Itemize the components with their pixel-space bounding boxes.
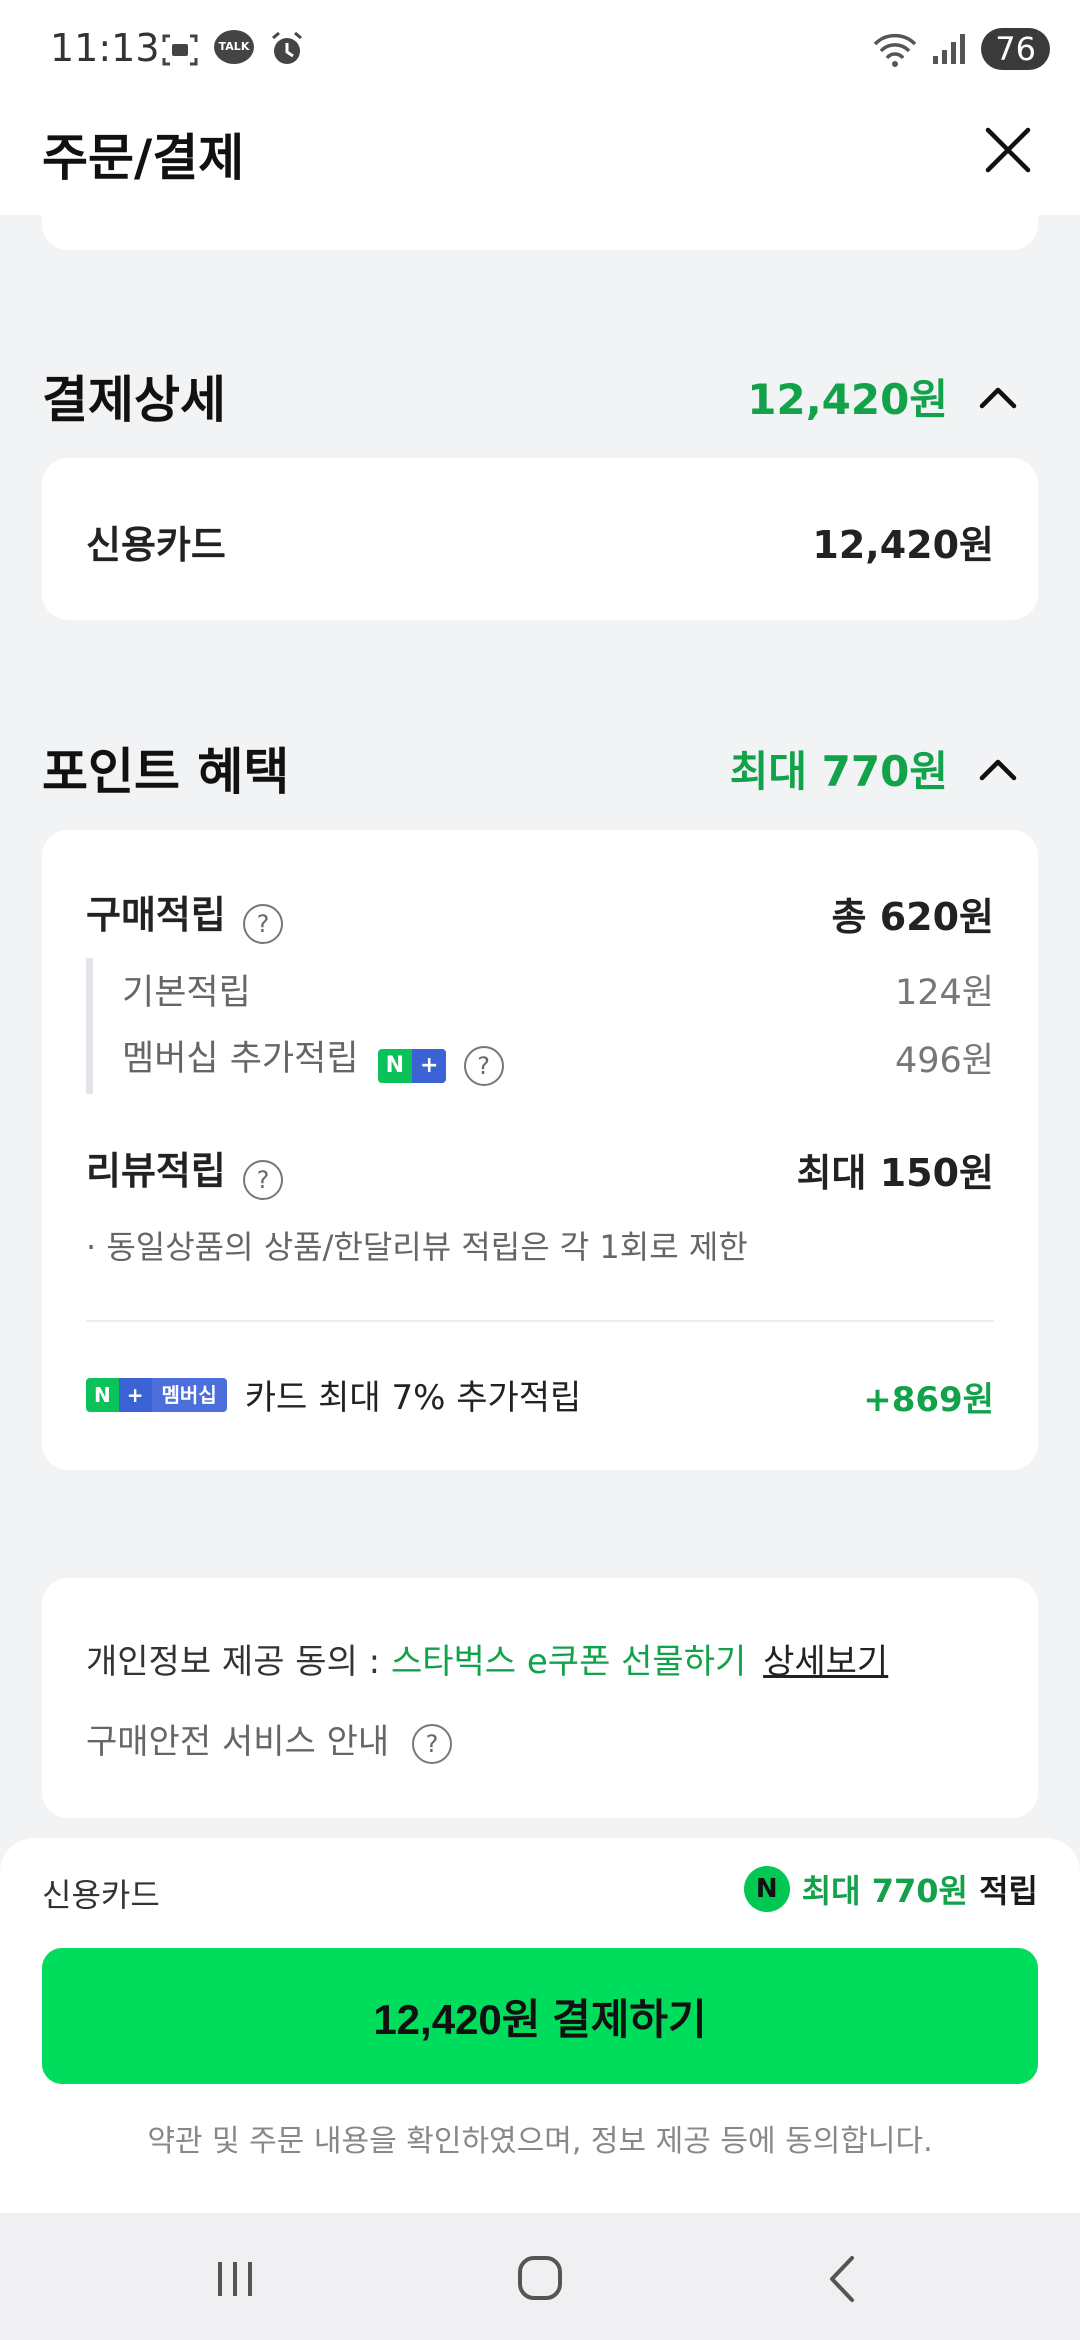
review-points-value: 최대 150원 (796, 1151, 994, 1195)
screenshot-icon (162, 34, 198, 66)
purchase-points-total: 총 620원 (831, 895, 994, 939)
nplus-n: N (377, 1048, 413, 1083)
membership-points-row: 멤버십 추가적립 N + ? (122, 1030, 504, 1086)
safety-service-label: 구매안전 서비스 안내 (86, 1722, 390, 1762)
badge-plus: + (118, 1377, 152, 1412)
payment-method-label: 신용카드 (86, 523, 226, 567)
consent-card: 개인정보 제공 동의 : 스타벅스 e쿠폰 선물하기 상세보기 구매안전 서비스… (42, 1578, 1038, 1818)
help-icon[interactable]: ? (242, 903, 283, 944)
membership-points-label: 멤버십 추가적립 (122, 1039, 359, 1079)
help-icon[interactable]: ? (411, 1723, 452, 1764)
payment-detail-title: 결제상세 (42, 371, 226, 429)
chevron-up-icon (979, 759, 1017, 780)
badge-n: N (86, 1377, 119, 1412)
talk-icon: TALK (214, 30, 254, 64)
npay-point-icon: N (743, 1866, 790, 1912)
sheet-point-summary: N 최대 770원 적립 (743, 1866, 1038, 1912)
sheet-point-suffix: 적립 (967, 1872, 1038, 1910)
consent-detail-link[interactable]: 상세보기 (763, 1642, 888, 1682)
review-points-label: 리뷰적립 (86, 1149, 226, 1193)
home-button[interactable] (512, 2250, 568, 2306)
point-benefit-title: 포인트 혜택 (42, 743, 290, 801)
sheet-payment-method: 신용카드 (42, 1876, 160, 1914)
consent-row: 개인정보 제공 동의 : 스타벅스 e쿠폰 선물하기 상세보기 (86, 1634, 888, 1683)
home-icon (518, 2256, 562, 2300)
purchase-subitems-bar (86, 958, 93, 1094)
wifi-icon (874, 33, 917, 67)
review-points-note: · 동일상품의 상품/한달리뷰 적립은 각 1회로 제한 (86, 1228, 748, 1266)
badge-membership: 멤버십 (151, 1377, 227, 1412)
help-icon[interactable]: ? (463, 1045, 504, 1086)
status-time: 11:13 (50, 26, 160, 70)
battery-indicator: 76 (981, 28, 1050, 70)
alarm-icon (272, 31, 302, 64)
basic-points-value: 124원 (894, 973, 994, 1013)
chevron-up-icon (979, 387, 1017, 408)
nplus-badge: N + (377, 1048, 447, 1083)
consent-prefix: 개인정보 제공 동의 : (86, 1642, 391, 1682)
card-bonus-value: +869원 (863, 1380, 994, 1420)
basic-points-label: 기본적립 (122, 973, 251, 1013)
back-icon (830, 2256, 854, 2302)
close-icon (985, 127, 1031, 173)
consent-highlight: 스타벅스 e쿠폰 선물하기 (390, 1642, 747, 1682)
nplus-plus: + (412, 1048, 447, 1083)
recent-apps-icon (218, 2262, 252, 2296)
help-icon[interactable]: ? (242, 1159, 283, 1200)
close-button[interactable] (976, 118, 1040, 182)
safety-service-row[interactable]: 구매안전 서비스 안내 ? (86, 1714, 452, 1764)
status-icons: TALK (160, 30, 306, 70)
signal-icon (933, 34, 966, 64)
point-benefit-card: 구매적립 ? 총 620원 기본적립 124원 멤버십 추가적립 N + ? 4… (42, 830, 1038, 1470)
status-right: 76 (873, 28, 1050, 70)
payment-method-card: 신용카드 12,420원 (42, 458, 1038, 620)
membership-badge: N + 멤버십 (86, 1377, 227, 1412)
payment-method-amount: 12,420원 (812, 523, 994, 567)
divider (86, 1320, 994, 1322)
point-benefit-toggle[interactable]: 최대 770원 (730, 738, 1018, 799)
previous-card (42, 180, 1038, 250)
pay-button[interactable]: 12,420원 결제하기 (42, 1948, 1038, 2084)
payment-detail-toggle[interactable]: 12,420원 (747, 366, 1018, 427)
recent-apps-button[interactable] (210, 2254, 260, 2304)
membership-points-value: 496원 (894, 1041, 994, 1081)
sheet-point-amount: 최대 770원 (801, 1872, 968, 1910)
point-benefit-max: 최대 770원 (729, 747, 948, 796)
review-points-row: 리뷰적립 ? (86, 1140, 283, 1200)
purchase-points-label: 구매적립 (86, 893, 226, 937)
agreement-text: 약관 및 주문 내용을 확인하였으며, 정보 제공 등에 동의합니다. (147, 2124, 933, 2159)
card-bonus-label: 카드 최대 7% 추가적립 (244, 1378, 582, 1418)
purchase-points-row: 구매적립 ? (86, 884, 283, 944)
card-bonus-row: N + 멤버십 카드 최대 7% 추가적립 (86, 1370, 581, 1419)
back-button[interactable] (818, 2252, 868, 2306)
payment-detail-total: 12,420원 (747, 375, 948, 424)
